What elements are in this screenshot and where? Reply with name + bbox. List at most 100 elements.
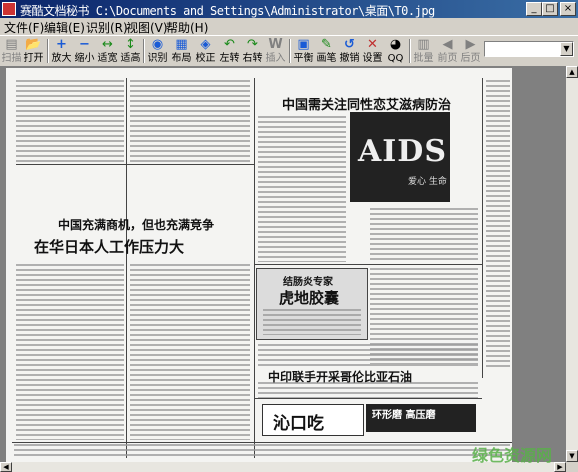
toolbar-separator	[409, 39, 411, 63]
open-label: 打开	[23, 53, 44, 64]
column-rule	[482, 78, 483, 378]
settings-label: 设置	[362, 53, 383, 64]
rotate-right-icon: ↷	[247, 37, 258, 52]
article-text	[258, 116, 346, 262]
app-icon[interactable]	[2, 2, 16, 16]
app-window: 赛酷文档秘书 C:\Documents and Settings\Adminis…	[0, 0, 578, 472]
ad-text	[263, 309, 361, 335]
article-text	[130, 264, 250, 440]
prev-page-icon: ◀	[442, 37, 453, 52]
scroll-up-icon[interactable]: ▲	[566, 66, 578, 78]
fit-height-label: 适高	[120, 53, 141, 64]
rotate-left-button[interactable]: ↶ 左转	[218, 37, 241, 65]
aids-photo-caption: 爱心 生命 艾滋	[408, 177, 450, 187]
headline-opportunity: 中国充满商机，但也充满竞争	[58, 218, 215, 232]
recognize-label: 识别	[147, 53, 168, 64]
title-bar[interactable]: 赛酷文档秘书 C:\Documents and Settings\Adminis…	[0, 0, 578, 18]
menu-edit[interactable]: 编辑(E)	[44, 19, 85, 36]
zoom-out-label: 缩小	[74, 53, 95, 64]
fit-width-label: 适宽	[97, 53, 118, 64]
layout-button[interactable]: ▦ 布局	[170, 37, 193, 65]
menu-file[interactable]: 文件(F)	[4, 19, 44, 36]
newspaper-image: 中国需关注同性恋艾滋病防治 中国充满商机，但也充满竞争 在华日本人工作压力大 中…	[6, 68, 512, 462]
undo-icon: ↺	[344, 37, 355, 52]
column-rule	[126, 78, 127, 458]
layout-label: 布局	[171, 53, 192, 64]
menu-bar: 文件(F) 编辑(E) 识别(R) 视图(V) 帮助(H)	[0, 18, 578, 35]
advertisement: 沁口吃	[262, 404, 364, 436]
prev-page-button[interactable]: ◀ 前页	[436, 37, 459, 65]
zoom-in-button[interactable]: + 放大	[50, 37, 73, 65]
pen-label: 画笔	[316, 53, 337, 64]
scrollbar-corner	[566, 462, 578, 472]
menu-help[interactable]: 帮助(H)	[166, 19, 208, 36]
recognize-icon: ◉	[151, 37, 164, 52]
next-page-button[interactable]: ▶ 后页	[459, 37, 482, 65]
correct-icon: ◈	[200, 37, 211, 52]
recognize-button[interactable]: ◉ 识别	[146, 37, 169, 65]
menu-view[interactable]: 视图(V)	[126, 19, 168, 36]
rotate-left-label: 左转	[219, 53, 240, 64]
pen-icon: ✎	[321, 37, 332, 52]
batch-button[interactable]: ▥ 批量	[412, 37, 435, 65]
section-rule	[16, 164, 254, 165]
chevron-down-icon[interactable]: ▼	[560, 42, 573, 56]
batch-label: 批量	[413, 53, 434, 64]
next-page-label: 后页	[460, 53, 481, 64]
open-button[interactable]: 📂 打开	[22, 37, 45, 65]
balance-icon: ▣	[297, 37, 310, 52]
watermark: 绿色资源网	[472, 446, 553, 465]
pen-button[interactable]: ✎ 画笔	[315, 37, 338, 65]
layout-icon: ▦	[175, 37, 188, 52]
settings-button[interactable]: ✕ 设置	[361, 37, 384, 65]
column-rule	[254, 78, 255, 458]
image-view[interactable]: 中国需关注同性恋艾滋病防治 中国充满商机，但也充满竞争 在华日本人工作压力大 中…	[0, 66, 566, 462]
article-text	[16, 80, 124, 162]
insert-icon: W	[268, 37, 283, 52]
article-text	[16, 264, 124, 440]
maximize-button[interactable]: □	[542, 2, 558, 16]
toolbar-separator	[47, 39, 49, 63]
batch-icon: ▥	[417, 37, 430, 52]
article-text	[370, 208, 478, 262]
section-rule	[254, 398, 482, 399]
minimize-button[interactable]: _	[526, 2, 542, 16]
undo-button[interactable]: ↺ 撤销	[338, 37, 361, 65]
menu-recognize[interactable]: 识别(R)	[86, 19, 128, 36]
balance-button[interactable]: ▣ 平衡	[292, 37, 315, 65]
zoom-in-label: 放大	[51, 53, 72, 64]
rotate-right-button[interactable]: ↷ 右转	[241, 37, 264, 65]
next-page-icon: ▶	[465, 37, 476, 52]
scanner-icon: ▤	[5, 37, 18, 52]
vertical-scrollbar[interactable]: ▲ ▼	[566, 66, 578, 462]
scroll-down-icon[interactable]: ▼	[566, 450, 578, 462]
toolbar-separator	[143, 39, 145, 63]
zoom-in-icon: +	[56, 37, 67, 52]
scroll-right-icon[interactable]: ▶	[554, 462, 566, 472]
prev-page-label: 前页	[437, 53, 458, 64]
page-select[interactable]: ▼	[484, 41, 574, 57]
toolbar: ▤ 扫描 📂 打开 + 放大 − 缩小 ↔ 适宽 ↕ 适高 ◉ 识别 ▦ 布局 …	[0, 35, 578, 67]
headline-aids: 中国需关注同性恋艾滋病防治	[282, 98, 452, 113]
fit-width-button[interactable]: ↔ 适宽	[96, 37, 119, 65]
insert-label: 插入	[265, 53, 286, 64]
close-button[interactable]: ×	[560, 2, 576, 16]
headline-oil: 中印联手开采哥伦比亚石油	[268, 370, 413, 384]
correct-label: 校正	[195, 53, 216, 64]
rotate-right-label: 右转	[242, 53, 263, 64]
correct-button[interactable]: ◈ 校正	[194, 37, 217, 65]
rotate-left-icon: ↶	[224, 37, 235, 52]
fit-height-button[interactable]: ↕ 适高	[119, 37, 142, 65]
ad-title: 沁口吃	[273, 414, 324, 434]
article-text	[258, 344, 478, 366]
open-folder-icon: 📂	[25, 37, 42, 52]
qq-button[interactable]: ◕ QQ	[384, 37, 407, 65]
zoom-out-button[interactable]: − 缩小	[73, 37, 96, 65]
qq-label: QQ	[387, 53, 404, 64]
ad-title: 环形磨 高压磨	[372, 410, 436, 421]
balance-label: 平衡	[293, 53, 314, 64]
insert-button[interactable]: W 插入	[264, 37, 287, 65]
scroll-left-icon[interactable]: ◀	[0, 462, 12, 472]
scan-button[interactable]: ▤ 扫描	[0, 37, 23, 65]
section-rule	[12, 442, 512, 443]
